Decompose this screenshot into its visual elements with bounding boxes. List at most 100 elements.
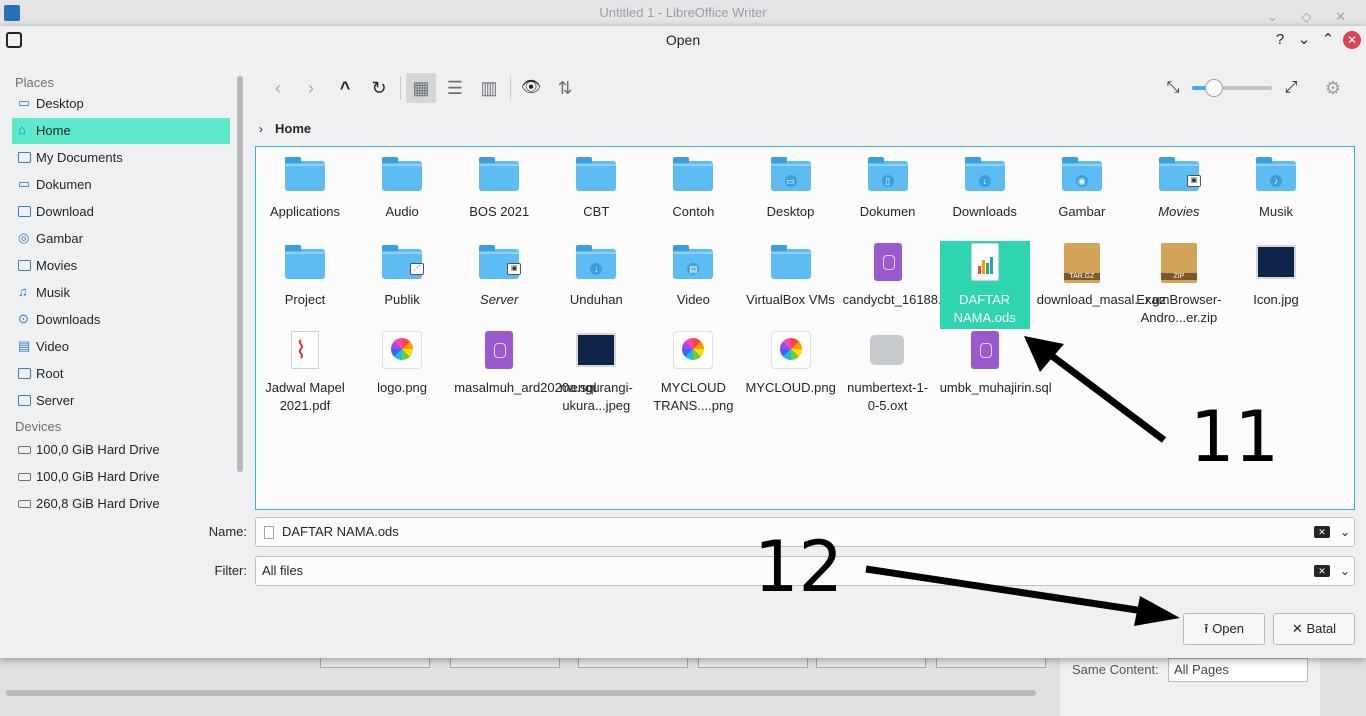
- zoom-out-icon[interactable]: ⤡: [1159, 73, 1187, 103]
- place-item-desktop[interactable]: ▭ Desktop: [12, 91, 230, 117]
- file-item[interactable]: mengurangi-ukura...jpeg: [551, 329, 641, 415]
- file-item[interactable]: masalmuh_ard2020a.sql: [454, 329, 597, 397]
- file-item[interactable]: Project: [260, 241, 350, 309]
- open-button[interactable]: ⭱ Open: [1183, 613, 1265, 645]
- file-item-label: Jadwal Mapel 2021.pdf: [265, 380, 345, 413]
- writer-window-titlebar: Untitled 1 - LibreOffice Writer ⌄ ◇ ✕: [0, 0, 1366, 26]
- file-item-label: Audio: [385, 204, 419, 219]
- file-item[interactable]: ↓ Downloads: [940, 153, 1030, 221]
- place-item-label: Musik: [36, 285, 70, 300]
- folder-icon: [18, 206, 31, 217]
- back-button[interactable]: ‹: [264, 73, 292, 103]
- place-item-movies[interactable]: Movies: [12, 253, 230, 279]
- place-item-gambar[interactable]: ◎ Gambar: [12, 226, 230, 252]
- icons-view-button[interactable]: ▦: [406, 73, 436, 103]
- file-item[interactable]: Audio: [357, 153, 447, 221]
- desktop-folder-icon: ▭: [18, 95, 31, 110]
- file-item[interactable]: Icon.jpg: [1231, 241, 1321, 309]
- place-item-video[interactable]: ▤ Video: [12, 334, 230, 360]
- breadcrumb-home[interactable]: Home: [275, 121, 311, 136]
- place-item-root[interactable]: Root: [12, 361, 230, 387]
- file-item[interactable]: ♪ Musik: [1231, 153, 1321, 221]
- file-item[interactable]: ⋰ Publik: [357, 241, 447, 309]
- writer-button-row: [300, 658, 1060, 668]
- name-label: Name:: [208, 524, 247, 539]
- file-item[interactable]: VirtualBox VMs: [746, 241, 836, 309]
- image-file-icon: [671, 329, 715, 373]
- file-item[interactable]: candycbt_16188....sql: [842, 241, 970, 309]
- place-item-dokumen[interactable]: ▭ Dokumen: [12, 172, 230, 198]
- place-item-downloads[interactable]: ⊙ Downloads: [12, 307, 230, 333]
- place-item-download[interactable]: Download: [12, 199, 230, 225]
- file-item-label: candycbt_16188....sql: [842, 292, 970, 307]
- chevron-down-icon[interactable]: ⌄: [1340, 518, 1350, 546]
- file-item[interactable]: numbertext-1-0-5.oxt: [843, 329, 933, 415]
- filter-value: All files: [262, 563, 304, 578]
- forward-button[interactable]: ›: [297, 73, 325, 103]
- file-item[interactable]: ▤ Video: [648, 241, 738, 309]
- file-icon-shape: [970, 243, 999, 281]
- clear-filter-icon[interactable]: ✕: [1314, 565, 1330, 577]
- file-item[interactable]: ◉ Gambar: [1037, 153, 1127, 221]
- folder-emblem-icon: ▯: [881, 175, 894, 187]
- cancel-button[interactable]: ✕ Batal: [1273, 613, 1355, 645]
- file-item[interactable]: ▭ Desktop: [746, 153, 836, 221]
- same-content-select[interactable]: All Pages: [1168, 658, 1308, 682]
- columns-view-button[interactable]: ▥: [475, 73, 503, 103]
- reload-button[interactable]: ↻: [365, 73, 393, 103]
- folder-icon: ♪: [1254, 153, 1298, 197]
- place-item-label: Server: [36, 393, 75, 408]
- place-item-label: Movies: [36, 258, 78, 273]
- file-item[interactable]: DAFTAR NAMA.ods: [939, 241, 1030, 329]
- file-item[interactable]: umbk_muhajirin.sql: [940, 329, 1052, 397]
- place-item-label: Downloads: [36, 312, 101, 327]
- file-item[interactable]: Applications: [260, 153, 350, 221]
- file-item[interactable]: BOS 2021: [454, 153, 544, 221]
- details-view-button[interactable]: ☰: [441, 73, 469, 103]
- file-item[interactable]: CBT: [551, 153, 641, 221]
- place-item-server[interactable]: Server: [12, 388, 230, 414]
- file-item[interactable]: ▯ Dokumen: [843, 153, 933, 221]
- preview-eye-icon[interactable]: 👁: [517, 73, 545, 103]
- sort-button[interactable]: ⇅: [551, 73, 579, 103]
- writer-horizontal-scrollbar[interactable]: [6, 690, 1036, 696]
- clear-name-icon[interactable]: ✕: [1314, 526, 1330, 538]
- maximize-button[interactable]: ⌃: [1318, 30, 1338, 50]
- close-button[interactable]: ✕: [1343, 31, 1361, 49]
- chevron-down-icon[interactable]: ⌄: [1340, 557, 1350, 585]
- file-item[interactable]: ZIP ExamBrowser-Andro...er.zip: [1134, 241, 1224, 327]
- file-item[interactable]: ▣ Movies: [1134, 153, 1224, 221]
- device-item[interactable]: 100,0 GiB Hard Drive: [12, 437, 230, 463]
- file-icon-shape: TAR.GZ: [1063, 243, 1100, 283]
- file-item[interactable]: TAR.GZ download_masal...r.gz: [1037, 241, 1166, 309]
- folder-icon: [380, 153, 424, 197]
- place-item-musik[interactable]: ♫ Musik: [12, 280, 230, 306]
- breadcrumb-chevron-icon[interactable]: ›: [259, 122, 263, 136]
- file-item[interactable]: ▣ Server: [454, 241, 544, 309]
- file-icon-shape: [1256, 245, 1296, 279]
- zoom-in-icon[interactable]: ⤢: [1277, 73, 1305, 103]
- places-scrollbar[interactable]: [237, 76, 243, 472]
- zoom-slider[interactable]: [1192, 86, 1272, 90]
- file-item[interactable]: MYCLOUD TRANS....png: [648, 329, 738, 415]
- file-item[interactable]: logo.png: [357, 329, 447, 397]
- file-item[interactable]: MYCLOUD.png: [746, 329, 836, 397]
- device-item[interactable]: 260,8 GiB Hard Drive: [12, 491, 230, 517]
- zoom-slider-handle[interactable]: [1205, 79, 1224, 97]
- device-item[interactable]: 100,0 GiB Hard Drive: [12, 464, 230, 490]
- folder-icon: [18, 395, 31, 406]
- file-item-label: Icon.jpg: [1253, 292, 1299, 307]
- file-item[interactable]: Contoh: [648, 153, 738, 221]
- place-item-my-documents[interactable]: My Documents: [12, 145, 230, 171]
- options-toggle-icon[interactable]: ⚙: [1319, 73, 1347, 103]
- minimize-button[interactable]: ⌄: [1294, 30, 1314, 50]
- file-item-label: Applications: [269, 204, 341, 219]
- file-icon-shape: ↓: [964, 157, 1005, 191]
- open-button-label: Open: [1212, 621, 1244, 636]
- help-button[interactable]: ?: [1270, 30, 1290, 50]
- parent-folder-button[interactable]: ^: [331, 73, 359, 103]
- place-item-home[interactable]: ⌂ Home: [12, 118, 230, 144]
- image-thumbnail-icon: [1254, 241, 1298, 285]
- file-item[interactable]: ↓ Unduhan: [551, 241, 641, 309]
- file-item[interactable]: Jadwal Mapel 2021.pdf: [260, 329, 350, 415]
